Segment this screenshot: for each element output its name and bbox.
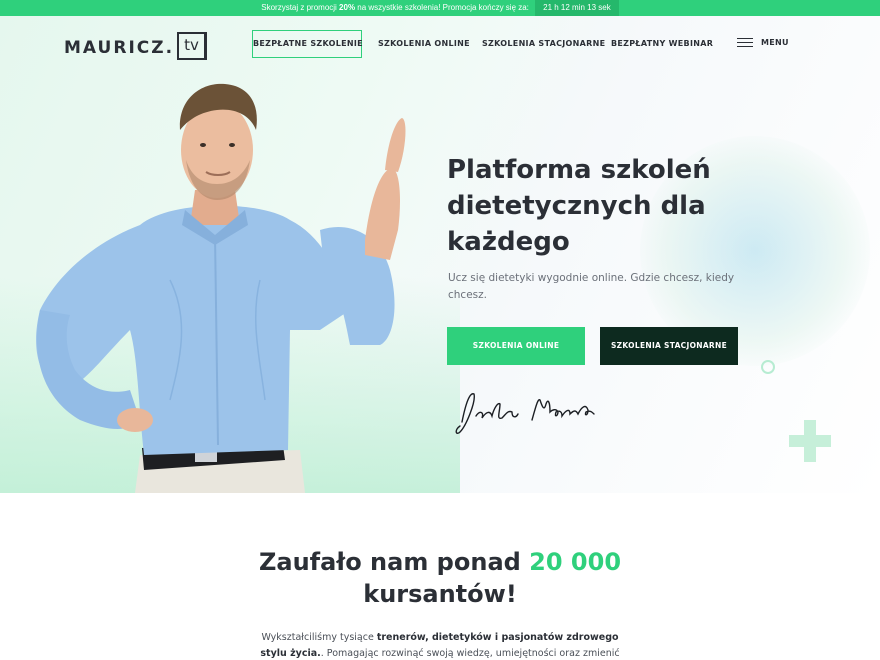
logo-wordmark: MAURICZ. xyxy=(64,38,175,58)
online-trainings-button[interactable]: SZKOLENIA ONLINE xyxy=(447,327,585,365)
nav-stationary-trainings[interactable]: SZKOLENIA STACJONARNE xyxy=(482,39,605,48)
promo-timer: 21 h 12 min 13 sek xyxy=(535,0,619,16)
menu-label: MENU xyxy=(761,38,789,47)
promo-text-before: Skorzystaj z promocji xyxy=(261,3,340,12)
promo-discount: 20% xyxy=(339,3,356,12)
trust-text-end: . Pomagając rozwinąć swoją wiedzę, umiej… xyxy=(320,648,620,659)
hamburger-icon xyxy=(737,38,753,47)
trust-title-start: Zaufało nam ponad xyxy=(258,548,530,576)
hero-person-image xyxy=(36,83,406,493)
stationary-trainings-button[interactable]: SZKOLENIA STACJONARNE xyxy=(600,327,738,365)
signature-image xyxy=(455,393,595,435)
nav-free-webinar[interactable]: BEZPŁATNY WEBINAR xyxy=(611,39,713,48)
plus-decoration xyxy=(789,420,831,462)
menu-button[interactable]: MENU xyxy=(737,38,789,47)
promo-bar: Skorzystaj z promocji 20% na wszystkie s… xyxy=(0,0,880,16)
trust-title-number: 20 000 xyxy=(529,548,622,576)
hero-subtitle: Ucz się dietetyki wygodnie online. Gdzie… xyxy=(448,272,735,301)
logo-tv-box: tv xyxy=(177,32,208,60)
promo-text-after: na wszystkie szkolenia! Promocja kończy … xyxy=(355,3,529,12)
nav-free-training[interactable]: BEZPŁATNE SZKOLENIE xyxy=(252,30,363,58)
trust-description: Wykształciliśmy tysiące trenerów, dietet… xyxy=(250,630,630,660)
nav-online-trainings[interactable]: SZKOLENIA ONLINE xyxy=(378,39,470,48)
hero-title: Platforma szkoleń dietetycznych dla każd… xyxy=(447,155,711,257)
logo[interactable]: MAURICZ. tv xyxy=(64,32,208,62)
trust-title-end: kursantów! xyxy=(363,580,517,608)
trust-title: Zaufało nam ponad 20 000 kursantów! xyxy=(0,546,880,610)
trust-text-start: Wykształciliśmy tysiące xyxy=(261,632,377,643)
ring-decoration xyxy=(761,360,775,374)
